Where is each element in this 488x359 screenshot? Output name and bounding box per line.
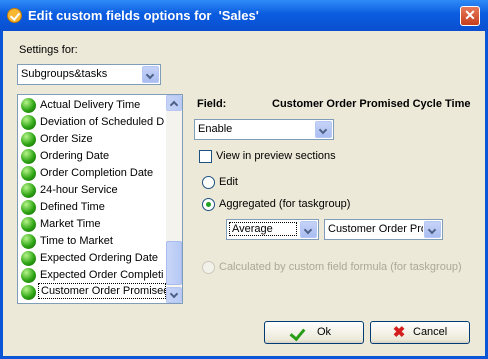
list-item-label: Order Completion Date: [40, 167, 154, 179]
chevron-down-icon[interactable]: [142, 66, 159, 83]
ok-button[interactable]: Ok: [264, 321, 364, 344]
green-ball-icon: [21, 251, 36, 266]
view-in-preview-label[interactable]: View in preview sections: [216, 150, 336, 162]
list-item-label: Expected Order Completio: [40, 269, 164, 281]
edit-radio[interactable]: [202, 176, 215, 189]
field-name: Customer Order Promised Cycle Time: [272, 98, 471, 110]
green-ball-icon: [21, 149, 36, 164]
green-ball-icon: [21, 115, 36, 130]
title-bar[interactable]: Edit custom fields options for 'Sales' ✕: [0, 0, 488, 31]
cancel-button-label: Cancel: [413, 326, 448, 338]
list-item[interactable]: Defined Time: [20, 199, 164, 216]
list-item-label: Deviation of Scheduled D: [40, 116, 164, 128]
aggregate-field-dropdown[interactable]: Customer Order Pror: [324, 219, 443, 240]
list-item[interactable]: Deviation of Scheduled D: [20, 114, 164, 131]
green-ball-icon: [21, 217, 36, 232]
list-item-label: Customer Order Promised: [38, 283, 166, 299]
list-item[interactable]: Ordering Date: [20, 148, 164, 165]
dialog-window: Edit custom fields options for 'Sales' ✕…: [0, 0, 488, 359]
aggregated-radio[interactable]: [202, 198, 215, 211]
list-item-label: Market Time: [40, 218, 101, 230]
window-title: Edit custom fields options for 'Sales': [28, 8, 259, 23]
list-item[interactable]: Actual Delivery Time: [20, 97, 164, 114]
list-scrollbar[interactable]: [166, 95, 182, 303]
cancel-button[interactable]: ✖ Cancel: [370, 321, 470, 344]
list-item[interactable]: Time to Market: [20, 233, 164, 250]
enable-value: Enable: [198, 123, 233, 135]
checkmark-badge-icon: [7, 8, 22, 23]
green-ball-icon: [21, 200, 36, 215]
chevron-down-icon[interactable]: [300, 221, 317, 238]
chevron-down-icon[interactable]: [424, 221, 441, 238]
list-item-label: Expected Ordering Date: [40, 252, 159, 264]
list-item[interactable]: 24-hour Service: [20, 182, 164, 199]
list-item-label: Order Size: [40, 133, 93, 145]
formula-radio-label: Calculated by custom field formula (for …: [219, 261, 462, 273]
settings-for-value: Subgroups&tasks: [21, 68, 108, 80]
scroll-thumb[interactable]: [166, 241, 182, 285]
aggregated-radio-label[interactable]: Aggregated (for taskgroup): [219, 198, 350, 210]
list-item-label: Time to Market: [40, 235, 113, 247]
aggregate-field-value: Customer Order Pror: [328, 223, 423, 235]
dialog-body: Settings for: Subgroups&tasks Actual Del…: [3, 31, 485, 356]
ok-button-label: Ok: [317, 326, 332, 338]
green-ball-icon: [21, 234, 36, 249]
scroll-down-arrow-icon[interactable]: [166, 287, 182, 303]
list-item[interactable]: Market Time: [20, 216, 164, 233]
green-ball-icon: [21, 98, 36, 113]
red-x-icon: ✖: [392, 324, 406, 341]
list-item-label: Actual Delivery Time: [40, 99, 141, 111]
list-item[interactable]: Customer Order Promised: [20, 283, 166, 301]
enable-dropdown[interactable]: Enable: [194, 119, 334, 140]
field-label: Field:: [197, 98, 227, 110]
list-item-label: 24-hour Service: [40, 184, 118, 196]
list-item-label: Ordering Date: [40, 150, 110, 162]
chevron-down-icon[interactable]: [315, 121, 332, 138]
settings-for-label: Settings for:: [19, 44, 78, 56]
list-item[interactable]: Expected Ordering Date: [20, 250, 164, 267]
list-item[interactable]: Order Size: [20, 131, 164, 148]
list-item-label: Defined Time: [40, 201, 105, 213]
formula-radio[interactable]: [202, 261, 215, 274]
green-ball-icon: [21, 166, 36, 181]
scroll-up-arrow-icon[interactable]: [166, 95, 182, 111]
view-in-preview-checkbox[interactable]: [199, 150, 212, 163]
close-button[interactable]: ✕: [460, 6, 480, 26]
green-ball-icon: [21, 268, 36, 283]
settings-for-dropdown[interactable]: Subgroups&tasks: [17, 64, 161, 85]
custom-fields-list[interactable]: Actual Delivery Time Deviation of Schedul…: [17, 94, 183, 304]
green-ball-icon: [21, 132, 36, 147]
aggregate-function-dropdown[interactable]: Average: [226, 219, 319, 240]
green-ball-icon: [21, 183, 36, 198]
green-ball-icon: [21, 285, 36, 300]
edit-radio-label[interactable]: Edit: [219, 176, 238, 188]
list-item[interactable]: Order Completion Date: [20, 165, 164, 182]
aggregate-function-value: Average: [229, 222, 297, 236]
checkmark-icon: [289, 324, 306, 342]
list-item[interactable]: Expected Order Completio: [20, 267, 164, 284]
